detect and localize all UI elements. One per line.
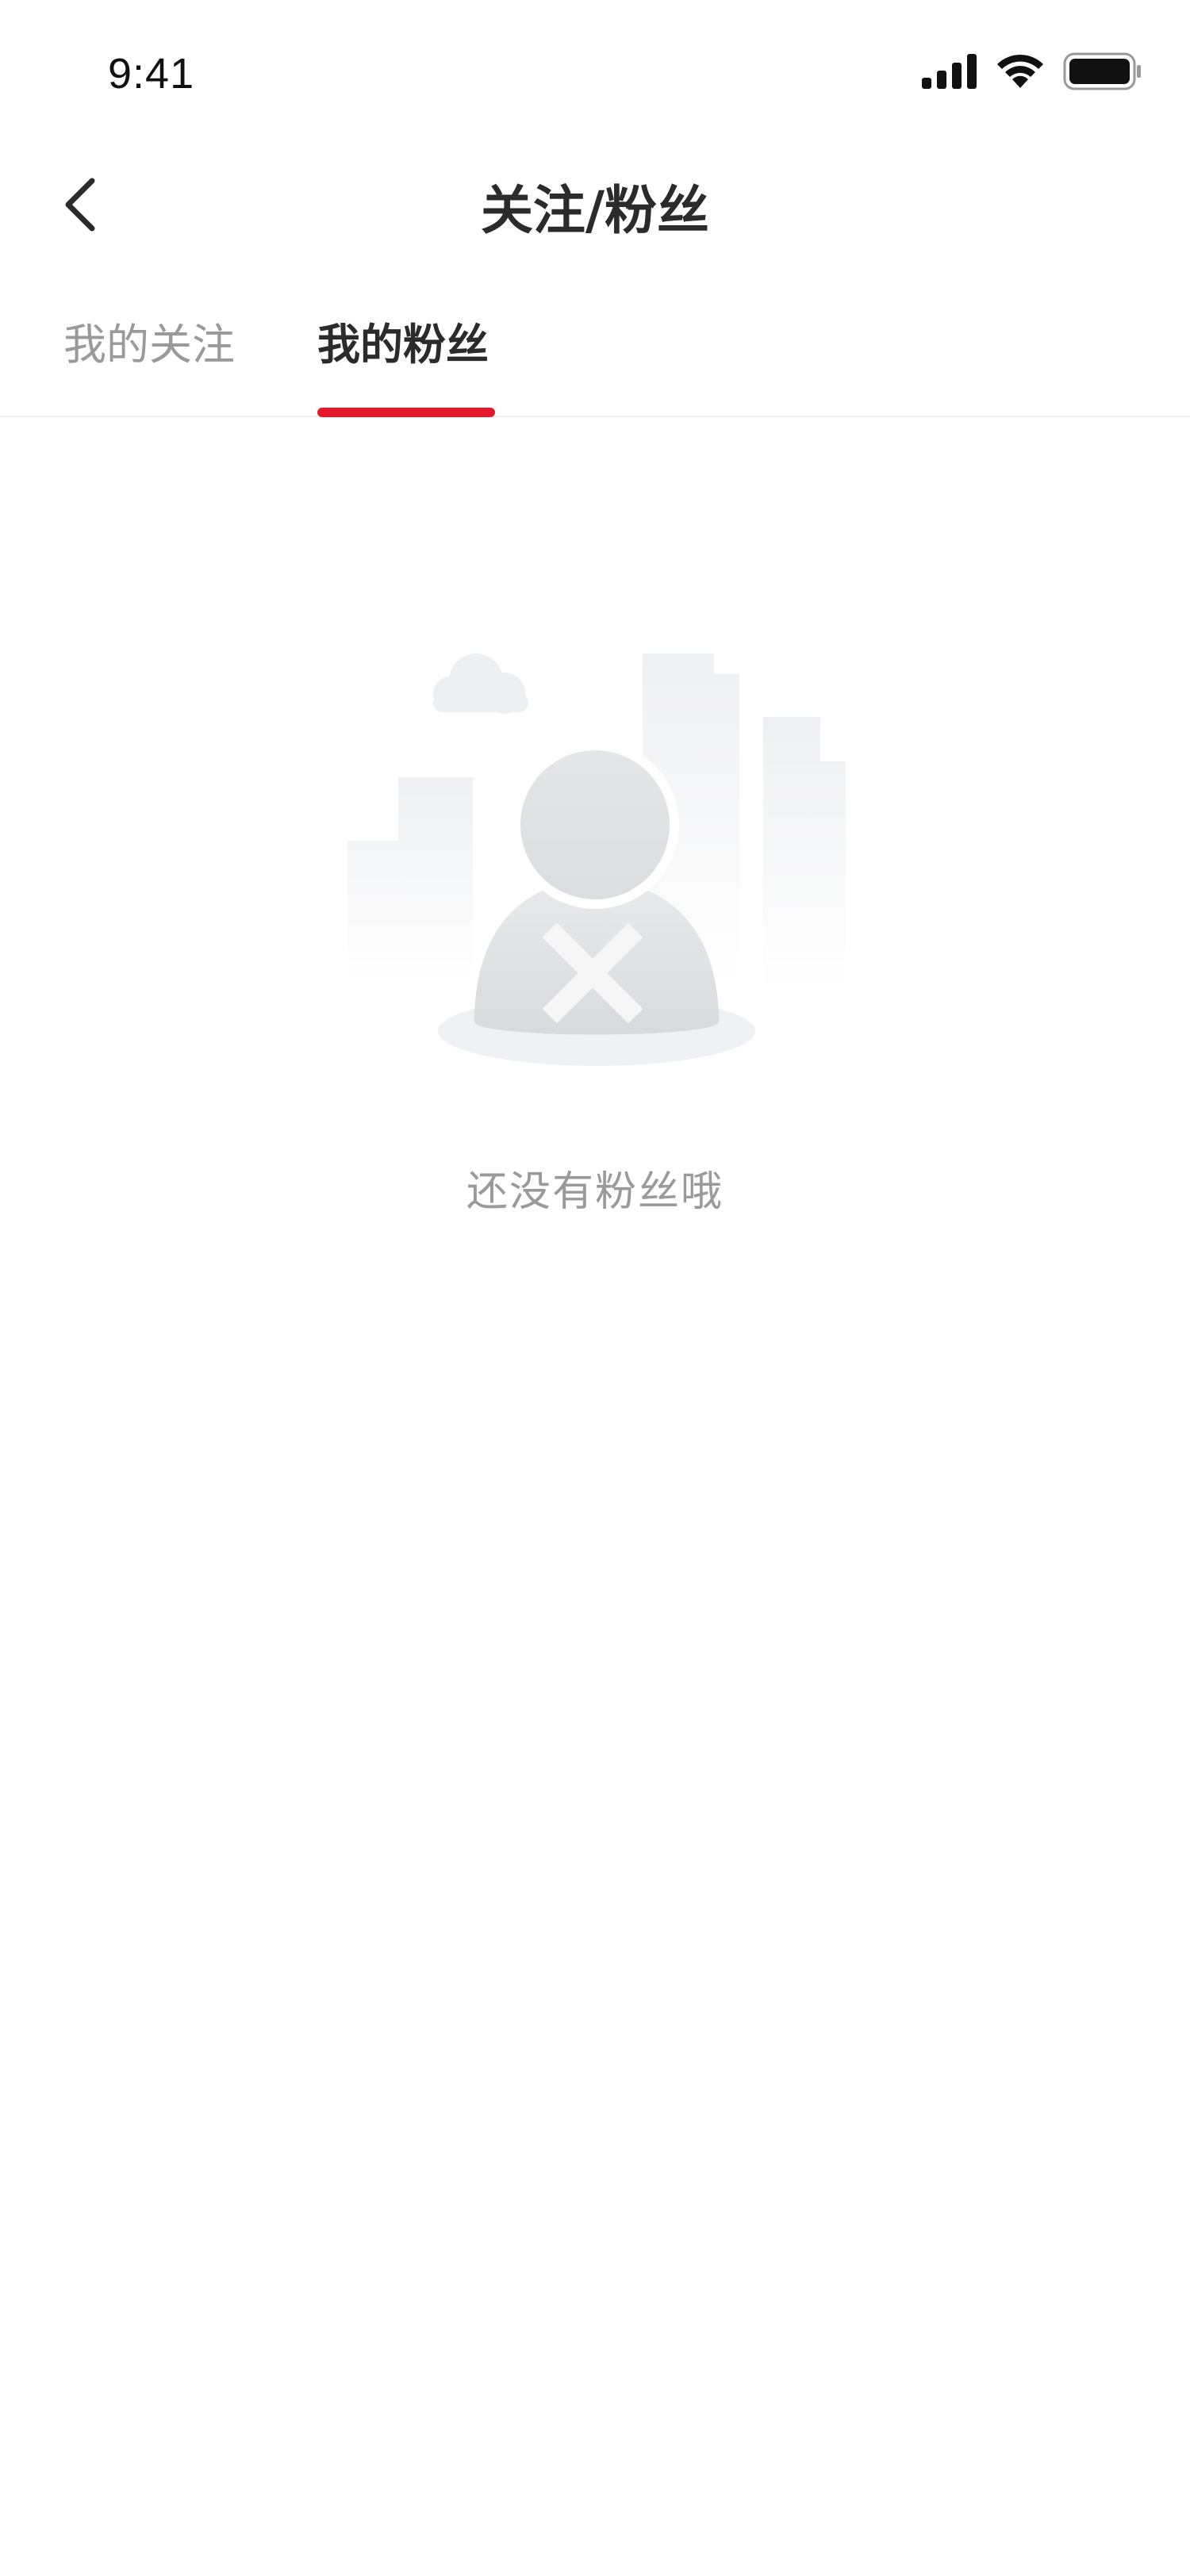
active-tab-indicator (317, 408, 495, 417)
fans-page: 9:41 关注/粉丝 我的关注 我的粉丝 还没有粉丝哦 (0, 0, 1190, 2576)
tab-my-following[interactable]: 我的关注 (63, 309, 235, 372)
tab-bar: 我的关注 我的粉丝 (0, 278, 1190, 417)
page-title: 关注/粉丝 (480, 180, 710, 241)
wifi-icon (995, 53, 1046, 93)
tab-my-fans[interactable]: 我的粉丝 (317, 309, 489, 372)
empty-user-icon (333, 627, 857, 1087)
status-bar: 9:41 (0, 0, 1190, 143)
empty-state-message: 还没有粉丝哦 (466, 1168, 724, 1216)
status-icons (922, 52, 1142, 94)
battery-icon (1063, 52, 1142, 94)
signal-icon (922, 54, 977, 92)
nav-bar: 关注/粉丝 (0, 143, 1190, 270)
status-time: 9:41 (108, 50, 195, 98)
